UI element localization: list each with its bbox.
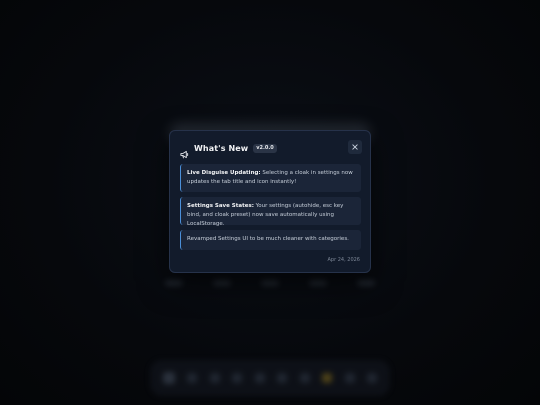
update-card: Live Disguise Updating: Selecting a cloa… bbox=[180, 164, 361, 192]
megaphone-icon bbox=[180, 144, 189, 158]
close-icon bbox=[352, 144, 358, 150]
modal-title: What's New bbox=[194, 143, 249, 153]
blurred-nav-links bbox=[165, 280, 375, 292]
update-heading: Live Disguise Updating: bbox=[187, 170, 261, 176]
version-badge: v2.0.0 bbox=[253, 143, 277, 153]
modal-header: What's New v2.0.0 bbox=[180, 140, 362, 158]
close-button[interactable] bbox=[348, 140, 362, 154]
update-card: Revamped Settings UI to be much cleaner … bbox=[180, 230, 361, 250]
release-date: Apr 24, 2026 bbox=[327, 257, 360, 263]
update-list: Live Disguise Updating: Selecting a cloa… bbox=[180, 164, 361, 255]
update-heading: Settings Save States: bbox=[187, 203, 254, 209]
blurred-dock bbox=[150, 360, 390, 396]
update-card: Settings Save States: Your settings (aut… bbox=[180, 197, 361, 227]
update-text: Revamped Settings UI to be much cleaner … bbox=[187, 236, 349, 242]
app-background: What's New v2.0.0 Live Disguise Updating… bbox=[0, 0, 540, 405]
whats-new-modal: What's New v2.0.0 Live Disguise Updating… bbox=[169, 130, 371, 273]
